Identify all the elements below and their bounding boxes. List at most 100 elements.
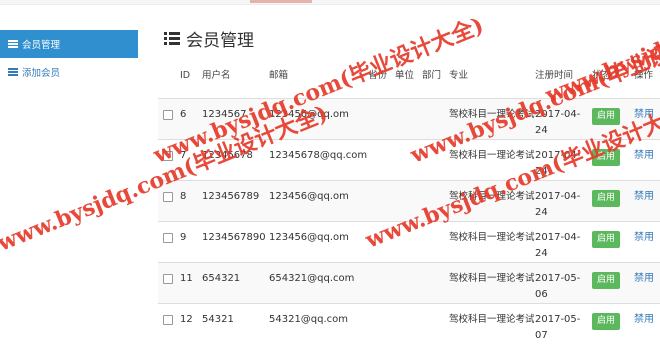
table-row: 7 12345678 12345678@qq.com 驾校科目一理论考试 2017-04… — [158, 139, 660, 180]
cell-id: 12 — [180, 313, 193, 325]
cell-id: 9 — [180, 231, 187, 243]
top-bar — [0, 0, 660, 5]
cell-username: 12345678 — [202, 149, 253, 161]
cell-username: 1234567890 — [202, 231, 266, 243]
column-header-department[interactable]: 部门 — [422, 58, 449, 99]
cell-operation: 禁用 — [634, 221, 660, 262]
column-header-province[interactable]: 省份 — [368, 58, 395, 99]
enable-button[interactable]: 启用 — [592, 271, 621, 289]
cell-major: 驾校科目一理论考试 — [449, 313, 535, 325]
row-checkbox[interactable] — [163, 150, 173, 161]
active-tab-indicator — [250, 0, 312, 3]
disable-link[interactable]: 禁用 — [634, 314, 654, 325]
sidebar-item-member-management[interactable]: 会员管理 — [0, 30, 138, 58]
table-row: 9 1234567890 123456@qq.om 驾校科目一理论考试 2017-04-… — [158, 221, 660, 262]
cell-department — [422, 262, 449, 303]
disable-link[interactable]: 禁用 — [634, 232, 654, 243]
column-header-major[interactable]: 专业 — [449, 58, 535, 99]
cell-unit — [395, 221, 422, 262]
sidebar: 会员管理 添加会员 — [0, 30, 138, 86]
cell-status: 启用 — [592, 303, 634, 344]
cell-department — [422, 139, 449, 180]
row-select-cell — [158, 139, 180, 180]
cell-unit — [395, 98, 422, 139]
cell-major: 驾校科目一理论考试 — [449, 108, 535, 120]
list-icon — [164, 32, 180, 45]
enable-button[interactable]: 启用 — [592, 189, 621, 207]
row-select-cell — [158, 180, 180, 221]
cell-reg-time: 2017-04-24 — [535, 149, 581, 177]
cell-operation: 禁用 — [634, 139, 660, 180]
cell-reg-time: 2017-04-24 — [535, 190, 581, 218]
column-header-operation[interactable]: 操作 — [634, 58, 660, 99]
table-row: 6 1234567 123456@qq.om 驾校科目一理论考试 2017-04-24 启… — [158, 98, 660, 139]
disable-link[interactable]: 禁用 — [634, 109, 654, 120]
disable-link[interactable]: 禁用 — [634, 191, 654, 202]
cell-operation: 禁用 — [634, 180, 660, 221]
cell-major: 驾校科目一理论考试 — [449, 149, 535, 161]
cell-reg-time: 2017-05-07 — [535, 313, 581, 341]
column-header-status[interactable]: 状态 — [592, 58, 634, 99]
disable-link[interactable]: 禁用 — [634, 273, 654, 284]
cell-status: 启用 — [592, 221, 634, 262]
page-title-text: 会员管理 — [186, 31, 254, 51]
list-icon — [8, 40, 18, 48]
enable-button[interactable]: 启用 — [592, 148, 621, 166]
cell-username: 54321 — [202, 313, 234, 325]
enable-button[interactable]: 启用 — [592, 230, 621, 248]
sidebar-item-label: 会员管理 — [22, 40, 61, 51]
row-checkbox[interactable] — [163, 109, 173, 120]
cell-department — [422, 180, 449, 221]
row-checkbox[interactable] — [163, 314, 173, 325]
cell-unit — [395, 262, 422, 303]
column-header-email[interactable]: 邮箱 — [269, 58, 368, 99]
table-row: 8 123456789 123456@qq.om 驾校科目一理论考试 2017-04-2… — [158, 180, 660, 221]
cell-major: 驾校科目一理论考试 — [449, 272, 535, 284]
select-column-header — [158, 58, 180, 99]
cell-username: 654321 — [202, 272, 241, 284]
row-checkbox[interactable] — [163, 191, 173, 202]
cell-operation: 禁用 — [634, 98, 660, 139]
column-header-id[interactable]: ID — [180, 58, 202, 99]
cell-email: 654321@qq.com — [269, 272, 355, 284]
sidebar-item-label: 添加会员 — [22, 68, 61, 79]
cell-unit — [395, 303, 422, 344]
disable-link[interactable]: 禁用 — [634, 150, 654, 161]
cell-province — [368, 221, 395, 262]
sidebar-item-add-member[interactable]: 添加会员 — [0, 58, 138, 86]
cell-username: 1234567 — [202, 108, 247, 120]
cell-reg-time: 2017-05-06 — [535, 272, 581, 300]
cell-reg-time: 2017-04-24 — [535, 231, 581, 259]
cell-id: 6 — [180, 108, 187, 120]
cell-status: 启用 — [592, 180, 634, 221]
row-select-cell — [158, 98, 180, 139]
row-select-cell — [158, 221, 180, 262]
row-checkbox[interactable] — [163, 273, 173, 284]
page-title: 会员管理 — [164, 26, 254, 51]
row-select-cell — [158, 303, 180, 344]
cell-unit — [395, 180, 422, 221]
cell-province — [368, 180, 395, 221]
column-header-username[interactable]: 用户名 — [202, 58, 269, 99]
cell-reg-time: 2017-04-24 — [535, 108, 581, 136]
column-header-unit[interactable]: 单位 — [395, 58, 422, 99]
row-select-cell — [158, 262, 180, 303]
cell-email: 123456@qq.om — [269, 108, 349, 120]
cell-email: 12345678@qq.com — [269, 149, 368, 161]
cell-department — [422, 303, 449, 344]
table-row: 11 654321 654321@qq.com 驾校科目一理论考试 2017-05-06… — [158, 262, 660, 303]
column-header-reg-time[interactable]: 注册时间 — [535, 58, 592, 99]
cell-department — [422, 221, 449, 262]
cell-status: 启用 — [592, 139, 634, 180]
cell-department — [422, 98, 449, 139]
cell-id: 8 — [180, 190, 187, 202]
cell-email: 54321@qq.com — [269, 313, 349, 325]
cell-status: 启用 — [592, 98, 634, 139]
enable-button[interactable]: 启用 — [592, 107, 621, 125]
enable-button[interactable]: 启用 — [592, 312, 621, 330]
cell-province — [368, 139, 395, 180]
member-table: ID 用户名 邮箱 省份 单位 部门 专业 注册时间 状态 操作 6 123456… — [158, 58, 660, 344]
row-checkbox[interactable] — [163, 232, 173, 243]
table-header-row: ID 用户名 邮箱 省份 单位 部门 专业 注册时间 状态 操作 — [158, 58, 660, 99]
cell-unit — [395, 139, 422, 180]
